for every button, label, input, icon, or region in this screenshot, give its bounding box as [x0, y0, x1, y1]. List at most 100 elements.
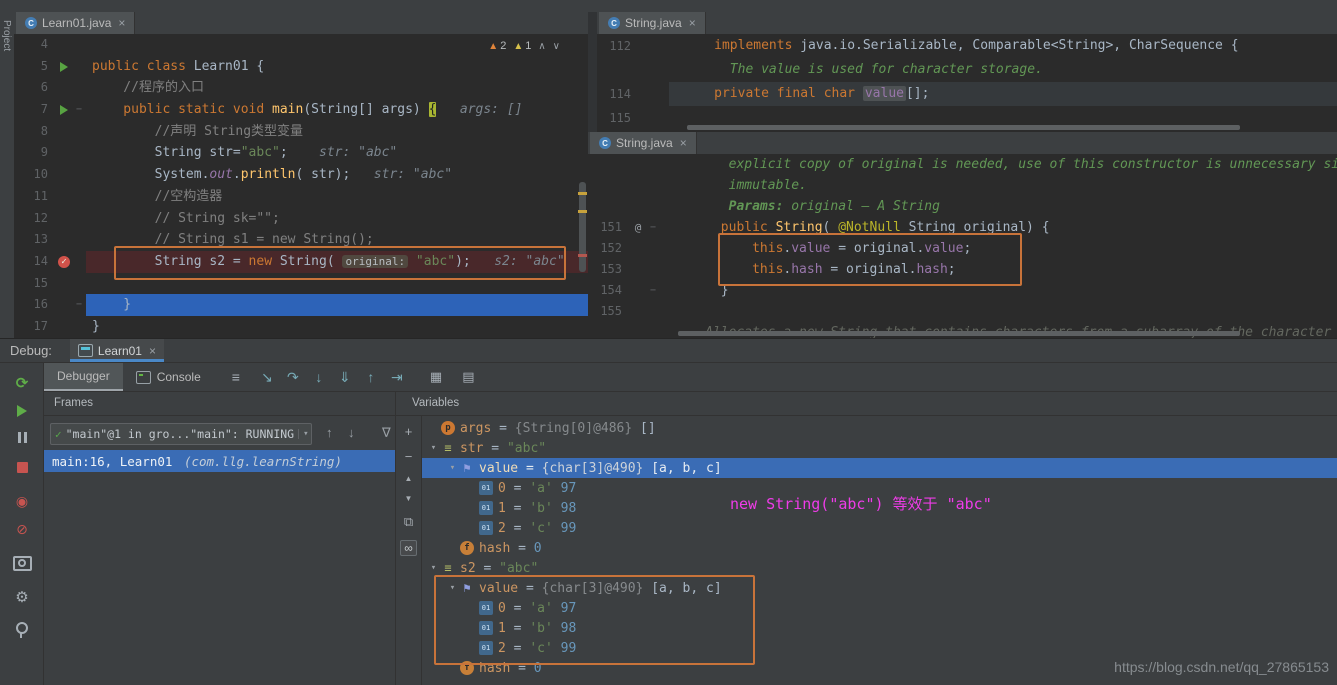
- editor-tabbar-right-bottom: C String.java ×: [588, 132, 1337, 155]
- fold-marker: [646, 301, 660, 322]
- resume-button[interactable]: [0, 397, 44, 425]
- show-execution-point-button[interactable]: ↘: [254, 369, 280, 386]
- expand-chevron-icon[interactable]: ▾: [445, 583, 460, 593]
- tab-string-java[interactable]: C String.java ×: [599, 12, 706, 34]
- code-text: private final char value[];: [669, 82, 1337, 106]
- move-up-button[interactable]: ▲: [405, 475, 413, 483]
- remove-watch-button[interactable]: −: [405, 450, 413, 463]
- view-as-table-icon[interactable]: ▦: [430, 369, 442, 385]
- session-tab-label: Learn01: [98, 344, 142, 358]
- prev-frame-button[interactable]: ↑: [326, 425, 333, 440]
- inspections-widget[interactable]: ▲2 ▲1 ∧ ∨: [488, 40, 560, 52]
- breakpoint-stripe-mark[interactable]: [578, 254, 587, 257]
- layout-menu-icon[interactable]: ≡: [232, 369, 240, 385]
- line-number: 115: [597, 106, 639, 130]
- debug-session-tab[interactable]: Learn01 ×: [70, 339, 164, 362]
- prim-icon: 01: [479, 481, 493, 495]
- variable-row-args[interactable]: pargs = {String[0]@486} []: [422, 418, 1337, 438]
- variable-row-str[interactable]: ▾≡str = "abc": [422, 438, 1337, 458]
- close-icon[interactable]: ×: [689, 16, 696, 30]
- gutter-space: [56, 164, 72, 186]
- fold-marker: [646, 238, 660, 259]
- expand-chevron-icon[interactable]: ▾: [445, 463, 460, 473]
- pin-button[interactable]: [0, 617, 44, 645]
- step-over-button[interactable]: ↷: [280, 369, 306, 386]
- tab-console[interactable]: Console: [123, 363, 214, 391]
- stop-button[interactable]: [0, 453, 44, 481]
- code-line-14: 14✓ String s2 = new String( original: "a…: [14, 251, 588, 273]
- close-icon[interactable]: ×: [118, 16, 125, 30]
- variable-row-value[interactable]: ▾⚑value = {char[3]@490} [a, b, c]: [422, 458, 1337, 478]
- editor-left[interactable]: 45public class Learn01 {6 //程序的入口7− publ…: [14, 34, 588, 338]
- step-out-button[interactable]: ↑: [358, 369, 384, 385]
- run-gutter-icon[interactable]: [56, 56, 72, 78]
- line-number: 152: [588, 238, 630, 259]
- mute-breakpoints-button[interactable]: ⊘: [0, 515, 44, 543]
- tab-learn01-java[interactable]: C Learn01.java ×: [16, 12, 135, 34]
- force-step-into-button[interactable]: ⇓: [332, 369, 358, 386]
- close-icon[interactable]: ×: [149, 344, 156, 358]
- fold-marker: [646, 196, 660, 217]
- prev-warning-button[interactable]: ∧: [538, 41, 545, 52]
- horizontal-scrollbar[interactable]: [687, 125, 1240, 130]
- console-icon: [136, 371, 151, 384]
- run-gutter-icon[interactable]: [56, 99, 72, 121]
- code-text: //程序的入口: [86, 77, 588, 99]
- project-tool-stripe[interactable]: Project: [0, 12, 15, 338]
- rerun-button[interactable]: ⟳: [0, 369, 44, 397]
- editor-right-top[interactable]: 112 implements java.io.Serializable, Com…: [597, 34, 1337, 132]
- editor-right-bottom[interactable]: explicit copy of original is needed, use…: [588, 154, 1337, 338]
- variable-row-hash[interactable]: fhash = 0: [422, 538, 1337, 558]
- move-down-button[interactable]: ▼: [405, 495, 413, 503]
- next-frame-button[interactable]: ↓: [348, 425, 355, 440]
- tab-debugger[interactable]: Debugger: [44, 363, 123, 391]
- view-breakpoints-button[interactable]: ◉: [0, 487, 44, 515]
- variable-row-s2[interactable]: ▾≡s2 = "abc": [422, 558, 1337, 578]
- settings-button[interactable]: ⚙: [0, 583, 44, 611]
- fold-marker[interactable]: −: [72, 99, 86, 121]
- line-number: 155: [588, 301, 630, 322]
- variable-row-0[interactable]: 010 = 'a' 97: [422, 598, 1337, 618]
- code-text: // String sk="";: [86, 208, 588, 230]
- add-watch-button[interactable]: +: [405, 425, 413, 438]
- show-watches-button[interactable]: ∞: [400, 540, 417, 556]
- project-tool-label[interactable]: Project: [1, 20, 12, 51]
- code-lines: 112 implements java.io.Serializable, Com…: [597, 34, 1337, 130]
- code-line-10: 10 System.out.println( str); str: "abc": [14, 164, 588, 186]
- filter-icon[interactable]: ∇: [382, 425, 391, 441]
- warning-stripe-mark[interactable]: [578, 192, 587, 195]
- variable-row-value[interactable]: ▾⚑value = {char[3]@490} [a, b, c]: [422, 578, 1337, 598]
- gutter-space: [630, 301, 646, 322]
- code-text: The value is used for character storage.: [669, 58, 1337, 82]
- run-to-cursor-button[interactable]: ⇥: [384, 369, 410, 386]
- expand-chevron-icon[interactable]: ▾: [426, 563, 441, 573]
- next-warning-button[interactable]: ∨: [553, 41, 560, 52]
- fold-marker[interactable]: −: [646, 217, 660, 238]
- fold-marker: [655, 58, 669, 82]
- variable-row-1[interactable]: 011 = 'b' 98: [422, 618, 1337, 638]
- line-number: 151: [588, 217, 630, 238]
- duplicate-icon[interactable]: ⧉: [404, 515, 413, 528]
- horizontal-scrollbar[interactable]: [678, 331, 1240, 336]
- breakpoint-icon[interactable]: ✓: [56, 251, 72, 273]
- scrollbar-thumb[interactable]: [579, 182, 586, 272]
- pause-button[interactable]: [0, 425, 44, 453]
- fold-marker[interactable]: −: [646, 280, 660, 301]
- restore-layout-icon[interactable]: ▤: [462, 369, 474, 385]
- stack-frame-row[interactable]: main:16, Learn01 (com.llg.learnString): [44, 450, 395, 472]
- variable-row-2[interactable]: 012 = 'c' 99: [422, 638, 1337, 658]
- active-tab-underline: [70, 359, 164, 362]
- annotation-gutter-icon[interactable]: @: [630, 217, 646, 238]
- warning-icon: ▲: [488, 41, 498, 52]
- thread-dump-button[interactable]: [0, 549, 44, 577]
- tab-string-java[interactable]: C String.java ×: [590, 132, 697, 154]
- close-icon[interactable]: ×: [680, 136, 687, 150]
- thread-selector[interactable]: ✓ "main"@1 in gro..."main": RUNNING ▾: [50, 423, 312, 445]
- step-into-button[interactable]: ↓: [306, 369, 332, 385]
- watches-toolbar: + − ▲ ▼ ⧉ ∞: [396, 415, 422, 685]
- expand-chevron-icon[interactable]: ▾: [426, 443, 441, 453]
- fold-marker[interactable]: −: [72, 294, 86, 316]
- variable-row-2[interactable]: 012 = 'c' 99: [422, 518, 1337, 538]
- warning-stripe-mark[interactable]: [578, 210, 587, 213]
- vertical-scrollbar[interactable]: [576, 34, 588, 338]
